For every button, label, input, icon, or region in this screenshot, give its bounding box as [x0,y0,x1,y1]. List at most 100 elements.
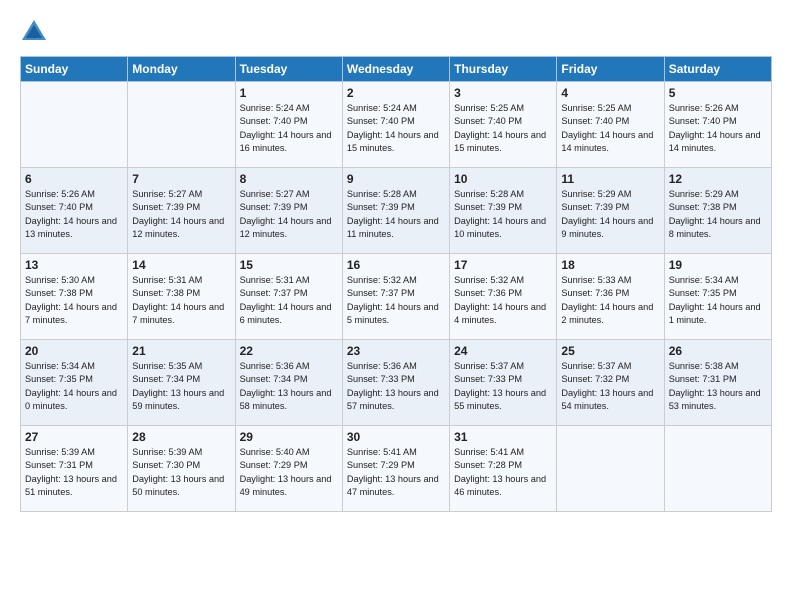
calendar-cell [557,426,664,512]
calendar-cell: 30 Sunrise: 5:41 AM Sunset: 7:29 PM Dayli… [342,426,449,512]
logo-icon [20,18,48,46]
day-info: Sunrise: 5:27 AM Sunset: 7:39 PM Dayligh… [240,188,338,241]
day-info: Sunrise: 5:34 AM Sunset: 7:35 PM Dayligh… [25,360,123,413]
day-info: Sunrise: 5:37 AM Sunset: 7:33 PM Dayligh… [454,360,552,413]
day-info: Sunrise: 5:27 AM Sunset: 7:39 PM Dayligh… [132,188,230,241]
calendar-cell: 26Sunrise: 5:38 AM Sunset: 7:31 PM Dayli… [664,340,771,426]
day-info: Sunrise: 5:26 AM Sunset: 7:40 PM Dayligh… [669,102,767,155]
day-number: 7 [132,172,230,186]
day-number: 31 [454,430,552,444]
day-info: Sunrise: 5:25 AM Sunset: 7:40 PM Dayligh… [454,102,552,155]
day-info: Sunrise: 5:25 AM Sunset: 7:40 PM Dayligh… [561,102,659,155]
day-number: 16 [347,258,445,272]
day-number: 22 [240,344,338,358]
day-info: Sunrise: 5:41 AM Sunset: 7:29 PM Dayligh… [347,446,445,499]
calendar-cell: 29 Sunrise: 5:40 AM Sunset: 7:29 PM Dayli… [235,426,342,512]
calendar: SundayMondayTuesdayWednesdayThursdayFrid… [20,56,772,512]
day-info: Sunrise: 5:31 AM Sunset: 7:37 PM Dayligh… [240,274,338,327]
day-number: 8 [240,172,338,186]
calendar-cell: 11Sunrise: 5:29 AM Sunset: 7:39 PM Dayli… [557,168,664,254]
day-number: 20 [25,344,123,358]
day-info: Sunrise: 5:24 AM Sunset: 7:40 PM Dayligh… [347,102,445,155]
day-number: 28 [132,430,230,444]
calendar-week-4: 20 Sunrise: 5:34 AM Sunset: 7:35 PM Dayli… [21,340,772,426]
calendar-cell: 15Sunrise: 5:31 AM Sunset: 7:37 PM Dayli… [235,254,342,340]
day-info: Sunrise: 5:30 AM Sunset: 7:38 PM Dayligh… [25,274,123,327]
day-number: 26 [669,344,767,358]
day-number: 24 [454,344,552,358]
day-info: Sunrise: 5:26 AM Sunset: 7:40 PM Dayligh… [25,188,123,241]
calendar-cell: 16 Sunrise: 5:32 AM Sunset: 7:37 PM Dayli… [342,254,449,340]
calendar-cell: 5 Sunrise: 5:26 AM Sunset: 7:40 PM Daylig… [664,82,771,168]
day-number: 12 [669,172,767,186]
calendar-week-2: 6 Sunrise: 5:26 AM Sunset: 7:40 PM Daylig… [21,168,772,254]
day-info: Sunrise: 5:37 AM Sunset: 7:32 PM Dayligh… [561,360,659,413]
day-info: Sunrise: 5:32 AM Sunset: 7:37 PM Dayligh… [347,274,445,327]
day-number: 5 [669,86,767,100]
calendar-cell: 19 Sunrise: 5:34 AM Sunset: 7:35 PM Dayli… [664,254,771,340]
day-info: Sunrise: 5:39 AM Sunset: 7:30 PM Dayligh… [132,446,230,499]
calendar-cell: 22 Sunrise: 5:36 AM Sunset: 7:34 PM Dayli… [235,340,342,426]
calendar-header-friday: Friday [557,57,664,82]
day-info: Sunrise: 5:29 AM Sunset: 7:38 PM Dayligh… [669,188,767,241]
header [20,18,772,46]
day-number: 30 [347,430,445,444]
day-info: Sunrise: 5:40 AM Sunset: 7:29 PM Dayligh… [240,446,338,499]
day-number: 6 [25,172,123,186]
calendar-cell: 20 Sunrise: 5:34 AM Sunset: 7:35 PM Dayli… [21,340,128,426]
calendar-cell: 3 Sunrise: 5:25 AM Sunset: 7:40 PM Daylig… [450,82,557,168]
day-number: 17 [454,258,552,272]
day-number: 19 [669,258,767,272]
day-info: Sunrise: 5:33 AM Sunset: 7:36 PM Dayligh… [561,274,659,327]
calendar-header-thursday: Thursday [450,57,557,82]
day-number: 4 [561,86,659,100]
calendar-header-monday: Monday [128,57,235,82]
calendar-cell: 18 Sunrise: 5:33 AM Sunset: 7:36 PM Dayli… [557,254,664,340]
day-number: 9 [347,172,445,186]
day-number: 23 [347,344,445,358]
calendar-cell: 13 Sunrise: 5:30 AM Sunset: 7:38 PM Dayli… [21,254,128,340]
day-number: 10 [454,172,552,186]
day-info: Sunrise: 5:32 AM Sunset: 7:36 PM Dayligh… [454,274,552,327]
calendar-cell: 25 Sunrise: 5:37 AM Sunset: 7:32 PM Dayli… [557,340,664,426]
day-info: Sunrise: 5:31 AM Sunset: 7:38 PM Dayligh… [132,274,230,327]
calendar-cell: 2 Sunrise: 5:24 AM Sunset: 7:40 PM Daylig… [342,82,449,168]
day-number: 13 [25,258,123,272]
calendar-cell: 7 Sunrise: 5:27 AM Sunset: 7:39 PM Daylig… [128,168,235,254]
day-info: Sunrise: 5:28 AM Sunset: 7:39 PM Dayligh… [347,188,445,241]
page: SundayMondayTuesdayWednesdayThursdayFrid… [0,0,792,612]
calendar-cell: 17 Sunrise: 5:32 AM Sunset: 7:36 PM Dayli… [450,254,557,340]
calendar-cell: 4 Sunrise: 5:25 AM Sunset: 7:40 PM Daylig… [557,82,664,168]
calendar-cell: 23 Sunrise: 5:36 AM Sunset: 7:33 PM Dayli… [342,340,449,426]
day-number: 14 [132,258,230,272]
day-info: Sunrise: 5:36 AM Sunset: 7:34 PM Dayligh… [240,360,338,413]
day-info: Sunrise: 5:36 AM Sunset: 7:33 PM Dayligh… [347,360,445,413]
day-info: Sunrise: 5:39 AM Sunset: 7:31 PM Dayligh… [25,446,123,499]
day-number: 29 [240,430,338,444]
day-info: Sunrise: 5:34 AM Sunset: 7:35 PM Dayligh… [669,274,767,327]
day-info: Sunrise: 5:24 AM Sunset: 7:40 PM Dayligh… [240,102,338,155]
day-number: 2 [347,86,445,100]
day-number: 1 [240,86,338,100]
day-number: 11 [561,172,659,186]
calendar-header-wednesday: Wednesday [342,57,449,82]
day-number: 21 [132,344,230,358]
calendar-cell: 6 Sunrise: 5:26 AM Sunset: 7:40 PM Daylig… [21,168,128,254]
day-number: 18 [561,258,659,272]
day-info: Sunrise: 5:28 AM Sunset: 7:39 PM Dayligh… [454,188,552,241]
day-info: Sunrise: 5:35 AM Sunset: 7:34 PM Dayligh… [132,360,230,413]
day-number: 25 [561,344,659,358]
calendar-week-3: 13 Sunrise: 5:30 AM Sunset: 7:38 PM Dayli… [21,254,772,340]
calendar-cell: 27 Sunrise: 5:39 AM Sunset: 7:31 PM Dayli… [21,426,128,512]
calendar-cell [21,82,128,168]
calendar-cell: 31 Sunrise: 5:41 AM Sunset: 7:28 PM Dayli… [450,426,557,512]
calendar-cell: 10 Sunrise: 5:28 AM Sunset: 7:39 PM Dayli… [450,168,557,254]
calendar-cell [664,426,771,512]
calendar-cell [128,82,235,168]
calendar-header-row: SundayMondayTuesdayWednesdayThursdayFrid… [21,57,772,82]
calendar-cell: 1 Sunrise: 5:24 AM Sunset: 7:40 PM Daylig… [235,82,342,168]
day-info: Sunrise: 5:41 AM Sunset: 7:28 PM Dayligh… [454,446,552,499]
calendar-header-tuesday: Tuesday [235,57,342,82]
day-number: 27 [25,430,123,444]
day-number: 3 [454,86,552,100]
